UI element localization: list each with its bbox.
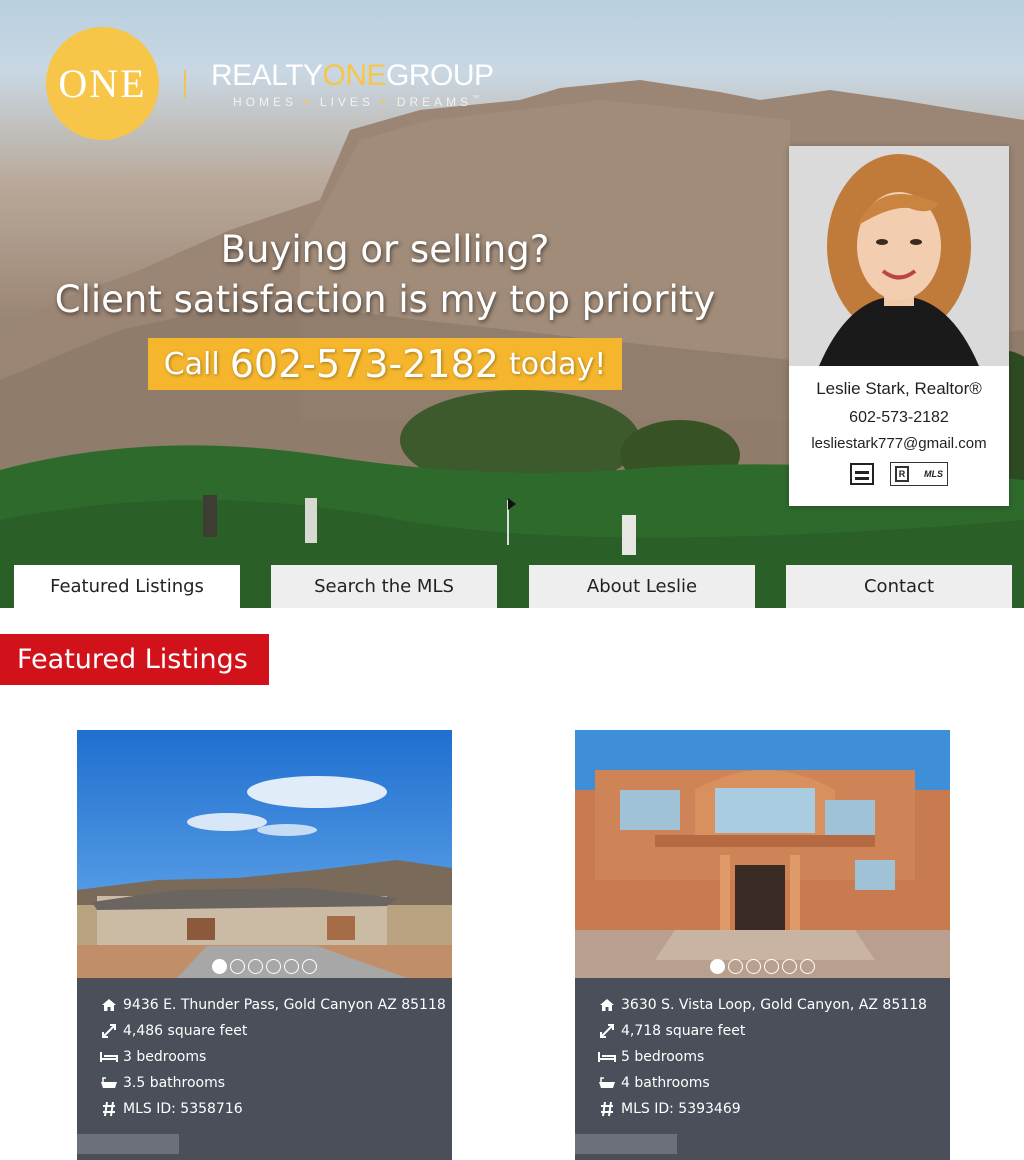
carousel-dot[interactable] [782, 959, 797, 974]
logo-tagline: HOMES • LIVES • DREAMS™ [211, 95, 494, 109]
agent-name: Leslie Stark, Realtor® [816, 379, 982, 398]
listing-mls-id: MLS ID: 5358716 [123, 1101, 243, 1117]
tag-homes: HOMES [233, 94, 298, 109]
listing-address[interactable]: 3630 S. Vista Loop, Gold Canyon, AZ 8511… [621, 997, 927, 1013]
listing-sqft-row: 4,486 square feet [95, 1018, 446, 1044]
carousel-dot[interactable] [746, 959, 761, 974]
logo-divider [184, 69, 186, 98]
realtor-r-mark: R [895, 466, 909, 482]
listing-bedrooms-row: 5 bedrooms [593, 1044, 927, 1070]
carousel-dot[interactable] [230, 959, 245, 974]
agent-card: Leslie Stark, Realtor® 602-573-2182 lesl… [789, 146, 1009, 506]
featured-listings-heading: Featured Listings [0, 634, 269, 685]
carousel-dot[interactable] [284, 959, 299, 974]
carousel-dot[interactable] [248, 959, 263, 974]
listing-sqft-row: 4,718 square feet [593, 1018, 927, 1044]
tab-search-the-mls[interactable]: Search the MLS [271, 565, 497, 608]
hero-headline-1: Buying or selling? [220, 228, 550, 271]
agent-email[interactable]: lesliestark777@gmail.com [789, 435, 1009, 452]
equal-housing-icon [850, 463, 874, 485]
listing-photo[interactable] [575, 730, 950, 978]
hero-headline-2: Client satisfaction is my top priority [54, 278, 716, 321]
listing-address-row: 9436 E. Thunder Pass, Gold Canyon AZ 851… [95, 992, 446, 1018]
carousel-dot[interactable] [710, 959, 725, 974]
carousel-dots [575, 959, 950, 974]
listing-sqft: 4,486 square feet [123, 1023, 248, 1039]
listing-details-button[interactable] [575, 1134, 677, 1154]
hash-icon [95, 1101, 123, 1117]
logo-name: REALTYONEGROUP [211, 59, 494, 93]
logo-name-one: ONE [322, 58, 386, 92]
logo-circle-text: ONE [58, 61, 147, 106]
tab-contact[interactable]: Contact [786, 565, 1012, 608]
realty-one-group-logo[interactable]: ONE REALTYONEGROUP HOMES • LIVES • DREAM… [46, 27, 494, 140]
realtor-mls-icon: R MLS [890, 462, 948, 486]
bed-icon [95, 1051, 123, 1063]
listing-facts: 3630 S. Vista Loop, Gold Canyon, AZ 8511… [593, 992, 927, 1122]
listing-bedrooms: 3 bedrooms [123, 1049, 207, 1065]
bath-icon [95, 1076, 123, 1090]
listing-mls-row: MLS ID: 5393469 [593, 1096, 927, 1122]
carousel-dot[interactable] [764, 959, 779, 974]
listing-bathrooms: 3.5 bathrooms [123, 1075, 226, 1091]
carousel-dot[interactable] [800, 959, 815, 974]
listing-address[interactable]: 9436 E. Thunder Pass, Gold Canyon AZ 851… [123, 997, 446, 1013]
tag-trademark: ™ [472, 94, 480, 102]
main-nav-tabs: Featured Listings Search the MLS About L… [0, 565, 1024, 608]
listing-address-row: 3630 S. Vista Loop, Gold Canyon, AZ 8511… [593, 992, 927, 1018]
bath-icon [593, 1076, 621, 1090]
agent-phone[interactable]: 602-573-2182 [789, 409, 1009, 427]
listing-card[interactable]: 3630 S. Vista Loop, Gold Canyon, AZ 8511… [575, 730, 950, 1160]
listing-mls-id: MLS ID: 5393469 [621, 1101, 741, 1117]
home-icon [95, 998, 123, 1012]
home-icon [593, 998, 621, 1012]
resize-icon [593, 1023, 621, 1039]
listing-bathrooms-row: 3.5 bathrooms [95, 1070, 446, 1096]
logo-name-realty: REALTY [211, 58, 323, 92]
agent-badges: R MLS [789, 462, 1009, 486]
call-cta-banner[interactable]: Call 602-573-2182 today! [148, 338, 622, 390]
listing-bedrooms-row: 3 bedrooms [95, 1044, 446, 1070]
carousel-dot[interactable] [212, 959, 227, 974]
cta-today-text: today! [508, 346, 607, 382]
listing-mls-row: MLS ID: 5358716 [95, 1096, 446, 1122]
logo-name-group: GROUP [386, 58, 494, 92]
resize-icon [95, 1023, 123, 1039]
listing-sqft: 4,718 square feet [621, 1023, 746, 1039]
agent-info: Leslie Stark, Realtor® 602-573-2182 lesl… [789, 366, 1009, 486]
carousel-dots [77, 959, 452, 974]
hash-icon [593, 1101, 621, 1117]
listing-photo[interactable] [77, 730, 452, 978]
bed-icon [593, 1051, 621, 1063]
tag-dreams: DREAMS [396, 94, 473, 109]
tag-separator: • [304, 94, 313, 109]
carousel-dot[interactable] [728, 959, 743, 974]
hero-banner: ONE REALTYONEGROUP HOMES • LIVES • DREAM… [0, 0, 1024, 608]
listing-bedrooms: 5 bedrooms [621, 1049, 705, 1065]
tag-separator: • [381, 94, 390, 109]
tag-lives: LIVES [319, 94, 374, 109]
logo-circle: ONE [46, 27, 159, 140]
carousel-dot[interactable] [266, 959, 281, 974]
listing-details-button[interactable] [77, 1134, 179, 1154]
cta-phone-number[interactable]: 602-573-2182 [230, 342, 499, 386]
mls-badge-text: MLS [924, 469, 943, 479]
listing-facts: 9436 E. Thunder Pass, Gold Canyon AZ 851… [95, 992, 446, 1122]
logo-wordmark: REALTYONEGROUP HOMES • LIVES • DREAMS™ [211, 59, 494, 109]
agent-photo [789, 146, 1009, 366]
cta-call-text: Call [163, 346, 220, 382]
listing-card[interactable]: 9436 E. Thunder Pass, Gold Canyon AZ 851… [77, 730, 452, 1160]
listing-bathrooms: 4 bathrooms [621, 1075, 710, 1091]
carousel-dot[interactable] [302, 959, 317, 974]
tab-featured-listings[interactable]: Featured Listings [14, 565, 240, 608]
listing-bathrooms-row: 4 bathrooms [593, 1070, 927, 1096]
tab-about-leslie[interactable]: About Leslie [529, 565, 755, 608]
